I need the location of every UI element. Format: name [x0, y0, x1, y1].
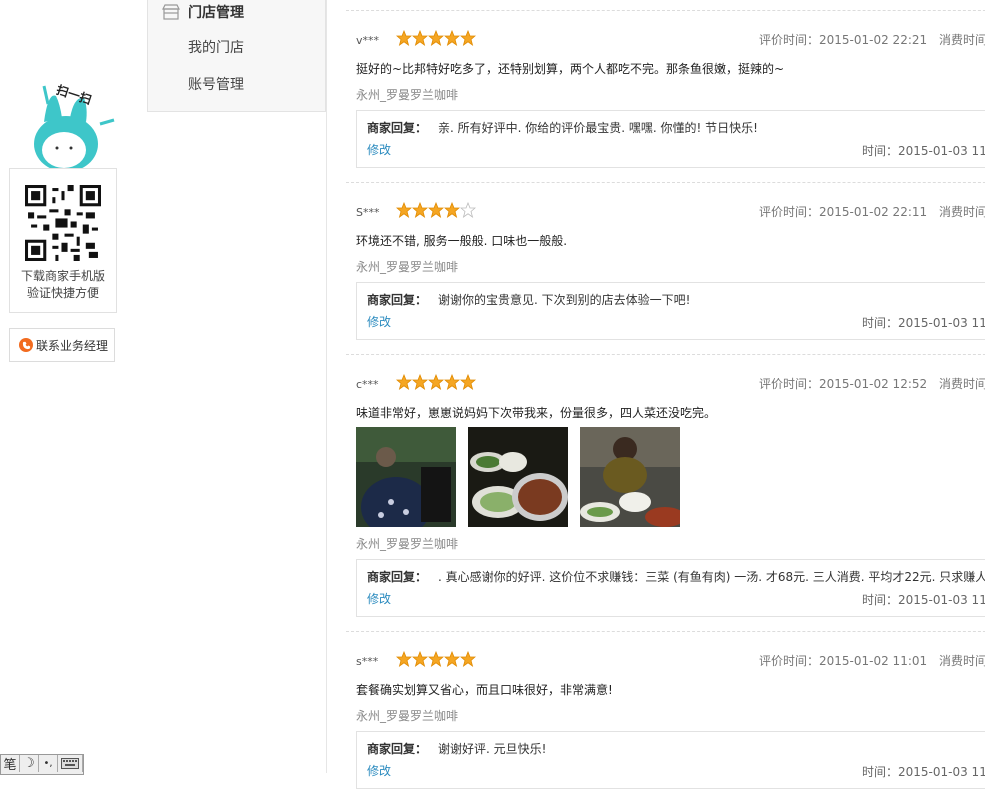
review-text: 环境还不错, 服务一般般. 口味也一般般.: [356, 234, 568, 248]
star-filled-icon: [396, 30, 412, 46]
review-card: S*** 评价时间：2015-01-02 22:11 消费时间 环境还不错, 服…: [346, 182, 985, 355]
reply-time: 时间：2015-01-03 11:4: [862, 144, 985, 158]
review-card: c*** 评价时间：2015-01-02 12:52 消费时间 味道非常好，崽崽…: [346, 354, 985, 632]
edit-reply-link[interactable]: 修改: [367, 762, 391, 779]
reply-label: 商家回复：: [367, 570, 428, 584]
review-card: v*** 评价时间：2015-01-02 22:21 消费时间 挺好的~比邦特好…: [346, 10, 985, 183]
star-filled-icon: [460, 651, 476, 667]
star-filled-icon: [460, 30, 476, 46]
star-filled-icon: [444, 30, 460, 46]
moon-icon[interactable]: ☽: [20, 755, 39, 772]
edit-reply-link[interactable]: 修改: [367, 313, 391, 330]
star-filled-icon: [444, 651, 460, 667]
contact-manager-button[interactable]: 联系业务经理: [9, 328, 115, 362]
review-time: 评价时间：2015-01-02 12:52: [759, 377, 928, 391]
merchant-reply-box: 商家回复： . 真心感谢你的好评. 这价位不求赚钱：三菜 (有鱼有肉) 一汤. …: [356, 559, 985, 617]
star-filled-icon: [412, 202, 428, 218]
star-filled-icon: [444, 374, 460, 390]
star-filled-icon: [412, 30, 428, 46]
merchant-reply-box: 商家回复： 亲. 所有好评中. 你给的评价最宝贵. 嘿嘿. 你懂的! 节日快乐!…: [356, 110, 985, 168]
star-filled-icon: [428, 30, 444, 46]
review-card: s*** 评价时间：2015-01-02 11:01 消费时间 套餐确实划算又省…: [346, 631, 985, 789]
star-filled-icon: [396, 651, 412, 667]
review-time: 评价时间：2015-01-02 22:21: [759, 33, 928, 47]
reviewer-name: s***: [356, 655, 379, 668]
star-empty-icon: [460, 202, 476, 218]
reply-text: . 真心感谢你的好评. 这价位不求赚钱：三菜 (有鱼有肉) 一汤. 才68元. …: [438, 570, 985, 584]
review-text: 挺好的~比邦特好吃多了，还特别划算，两个人都吃不完。那条鱼很嫩，挺辣的~: [356, 62, 785, 76]
rating-stars: [396, 202, 476, 218]
reply-label: 商家回复：: [367, 742, 428, 756]
store-icon: [162, 4, 180, 20]
star-filled-icon: [396, 374, 412, 390]
review-time: 评价时间：2015-01-02 11:01: [759, 654, 928, 668]
nav-item-my-store[interactable]: 我的门店: [188, 37, 244, 57]
store-management-nav: 门店管理 我的门店 账号管理: [147, 0, 326, 112]
rating-stars: [396, 30, 476, 46]
reviewer-name: c***: [356, 378, 379, 391]
consume-time-label: 消费时间: [939, 377, 985, 391]
ime-mode[interactable]: 笔: [1, 755, 20, 773]
rating-stars: [396, 651, 476, 667]
store-name: 永州_罗曼罗兰咖啡: [356, 537, 459, 551]
reply-label: 商家回复：: [367, 121, 428, 135]
nav-item-account-management[interactable]: 账号管理: [188, 74, 244, 94]
review-time: 评价时间：2015-01-02 22:11: [759, 205, 928, 219]
reply-text: 谢谢你的宝贵意见. 下次到别的店去体验一下吧!: [438, 293, 691, 307]
consume-time-label: 消费时间: [939, 654, 985, 668]
reply-text: 谢谢好评. 元旦快乐!: [438, 742, 547, 756]
qr-code-panel: 下载商家手机版 验证快捷方便: [9, 168, 117, 313]
edit-reply-link[interactable]: 修改: [367, 590, 391, 607]
star-filled-icon: [460, 374, 476, 390]
reply-time: 时间：2015-01-03 11:3: [862, 765, 985, 779]
store-name: 永州_罗曼罗兰咖啡: [356, 709, 459, 723]
column-divider: [326, 0, 327, 773]
consume-time-label: 消费时间: [939, 33, 985, 47]
nav-section-store-management: 门店管理: [162, 2, 244, 22]
star-filled-icon: [428, 202, 444, 218]
qr-caption-line2: 验证快捷方便: [26, 286, 99, 300]
ime-toolbar: 笔 ☽ •,: [0, 754, 84, 775]
star-filled-icon: [412, 651, 428, 667]
review-photo[interactable]: [580, 427, 680, 527]
merchant-reply-box: 商家回复： 谢谢你的宝贵意见. 下次到别的店去体验一下吧! 修改 时间：2015…: [356, 282, 985, 340]
nav-section-title: 门店管理: [188, 5, 244, 21]
reply-time: 时间：2015-01-03 11:3: [862, 593, 985, 607]
reviewer-name: S***: [356, 206, 380, 219]
star-filled-icon: [428, 374, 444, 390]
keyboard-icon[interactable]: [58, 755, 83, 772]
star-filled-icon: [396, 202, 412, 218]
review-text: 味道非常好，崽崽说妈妈下次带我来，份量很多，四人菜还没吃完。: [356, 406, 717, 420]
star-filled-icon: [412, 374, 428, 390]
qr-code-icon: [25, 185, 101, 261]
phone-icon: [19, 338, 33, 352]
reply-text: 亲. 所有好评中. 你给的评价最宝贵. 嘿嘿. 你懂的! 节日快乐!: [438, 121, 758, 135]
review-photo[interactable]: [468, 427, 568, 527]
reply-label: 商家回复：: [367, 293, 428, 307]
star-filled-icon: [428, 651, 444, 667]
review-photo[interactable]: [356, 427, 456, 527]
edit-reply-link[interactable]: 修改: [367, 141, 391, 158]
consume-time-label: 消费时间: [939, 205, 985, 219]
reply-time: 时间：2015-01-03 11:3: [862, 316, 985, 330]
store-name: 永州_罗曼罗兰咖啡: [356, 88, 459, 102]
qr-caption-line1: 下载商家手机版: [20, 269, 105, 283]
star-filled-icon: [444, 202, 460, 218]
rating-stars: [396, 374, 476, 390]
review-text: 套餐确实划算又省心，而且口味很好，非常满意!: [356, 683, 613, 697]
review-photos: [356, 427, 680, 527]
merchant-reply-box: 商家回复： 谢谢好评. 元旦快乐! 修改 时间：2015-01-03 11:3: [356, 731, 985, 789]
store-name: 永州_罗曼罗兰咖啡: [356, 260, 459, 274]
contact-manager-label: 联系业务经理: [36, 338, 109, 353]
punctuation-icon[interactable]: •,: [39, 755, 58, 772]
reviewer-name: v***: [356, 34, 380, 47]
